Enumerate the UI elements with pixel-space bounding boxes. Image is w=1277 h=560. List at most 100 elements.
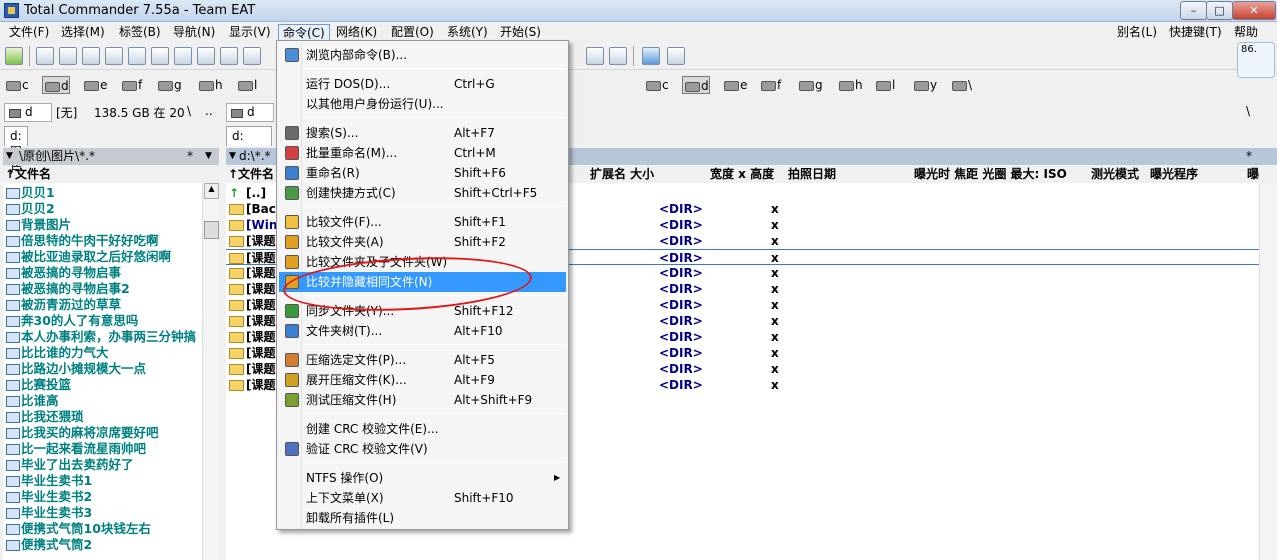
file-row[interactable]: 贝贝1 xyxy=(3,185,202,201)
dimensions-column[interactable]: 宽度 x 高度 xyxy=(710,166,774,182)
file-row[interactable]: 比路边小摊规模大一点 xyxy=(3,361,202,377)
file-row[interactable]: 毕业了出去卖药好了 xyxy=(3,457,202,473)
left-scrollbar[interactable]: ▲ xyxy=(202,183,219,560)
file-row[interactable]: 倍思特的牛肉干好好吃啊 xyxy=(3,233,202,249)
menu-item[interactable]: 文件夹树(T)... Alt+F10 xyxy=(279,321,566,341)
scroll-thumb[interactable] xyxy=(204,221,219,239)
extra-column[interactable]: 曝 xyxy=(1247,166,1259,182)
sort-size-icon[interactable] xyxy=(243,47,261,65)
file-row[interactable]: 本人办事利索，办事两三分钟搞 xyxy=(3,329,202,345)
tab-drive-d[interactable]: d: xyxy=(226,126,272,146)
up-button[interactable]: .. xyxy=(205,104,213,118)
file-row[interactable]: 毕业生卖书3 xyxy=(3,505,202,521)
menu-item[interactable]: 创建 CRC 校验文件(E)... xyxy=(279,419,566,439)
thumbnails-icon[interactable] xyxy=(105,47,123,65)
menu-item[interactable]: 测试压缩文件(H) Alt+Shift+F9 xyxy=(279,390,566,410)
refresh-icon[interactable] xyxy=(5,47,23,65)
drive-h-button[interactable]: h xyxy=(197,76,223,94)
menu-item[interactable]: 浏览内部命令(B)... xyxy=(279,45,566,65)
menu-navigate[interactable]: 导航(N) xyxy=(173,24,215,41)
file-row[interactable]: 比我还猥琐 xyxy=(3,409,202,425)
file-row[interactable]: 比一起来看流星雨帅吧 xyxy=(3,441,202,457)
maximize-button[interactable]: □ xyxy=(1206,1,1233,20)
menu-system[interactable]: 系统(Y) xyxy=(447,24,488,41)
exif-column[interactable]: 曝光时 焦距 光圈 最大: ISO xyxy=(914,166,1067,182)
menu-item[interactable]: 卸载所有插件(L) xyxy=(279,508,566,528)
edit-icon[interactable] xyxy=(609,47,627,65)
metering-column[interactable]: 测光模式 xyxy=(1091,166,1139,182)
menu-item[interactable]: 以其他用户身份运行(U)... xyxy=(279,94,566,114)
drive-l-button[interactable]: l xyxy=(874,76,895,94)
file-row[interactable]: 奔30的人了有意思吗 xyxy=(3,313,202,329)
file-row[interactable]: 被比亚迪录取之后好悠闲啊 xyxy=(3,249,202,265)
tab-pictures[interactable]: d:图片 xyxy=(4,126,28,176)
filter-star[interactable]: * xyxy=(1246,148,1252,164)
menu-view[interactable]: 显示(V) xyxy=(229,24,271,41)
menu-commands[interactable]: 命令(C) xyxy=(278,24,330,41)
left-current-path[interactable]: ▼ \原创\图片\*.* * ▼ xyxy=(3,148,219,165)
menu-tabs[interactable]: 标签(B) xyxy=(119,24,161,41)
drive-h-button[interactable]: h xyxy=(837,76,863,94)
menu-item[interactable]: 运行 DOS(D)... Ctrl+G xyxy=(279,74,566,94)
brief-view-icon[interactable] xyxy=(59,47,77,65)
drive-c-button[interactable]: c xyxy=(4,76,29,94)
drive-e-button[interactable]: e xyxy=(82,76,107,94)
left-file-list[interactable]: 贝贝1 贝贝2 背景图片 倍思特的牛肉干好好吃啊 被比亚迪录取之后好悠闲啊 被恶搞的寻物启… xyxy=(3,183,202,560)
sort-ext-icon[interactable] xyxy=(197,47,215,65)
root-button[interactable]: \ xyxy=(1246,104,1250,118)
tree-view-icon[interactable] xyxy=(128,47,146,65)
file-row[interactable]: 比我买的麻将凉席要好吧 xyxy=(3,425,202,441)
left-column-header[interactable]: ↑文件名 xyxy=(3,166,219,183)
program-column[interactable]: 曝光程序 xyxy=(1150,166,1198,182)
menu-item[interactable]: 验证 CRC 校验文件(V) xyxy=(279,439,566,459)
menu-network[interactable]: 网络(K) xyxy=(336,24,377,41)
hotlist-icon[interactable]: ▼ xyxy=(205,148,212,164)
drive-g-button[interactable]: g xyxy=(156,76,182,94)
file-row[interactable]: 被恶搞的寻物启事 xyxy=(3,265,202,281)
menu-item[interactable]: 批量重命名(M)... Ctrl+M xyxy=(279,143,566,163)
notepad-icon[interactable] xyxy=(642,47,660,65)
file-row[interactable]: 便携式气筒10块钱左右 xyxy=(3,521,202,537)
scroll-up-icon[interactable]: ▲ xyxy=(204,183,219,199)
drive-g-button[interactable]: g xyxy=(797,76,823,94)
file-row[interactable]: 便携式气筒2 xyxy=(3,537,202,553)
reread-icon[interactable] xyxy=(36,47,54,65)
right-drive-dropdown[interactable]: d xyxy=(226,103,274,122)
filter-star[interactable]: * xyxy=(187,148,193,164)
drive-e-button[interactable]: e xyxy=(722,76,747,94)
name-column[interactable]: ↑文件名 xyxy=(228,166,274,182)
menu-item[interactable]: NTFS 操作(O) ▶ xyxy=(279,468,566,488)
quick-view-icon[interactable] xyxy=(151,47,169,65)
file-row[interactable]: 比赛投篮 xyxy=(3,377,202,393)
menu-item[interactable]: 比较文件夹(A) Shift+F2 xyxy=(279,232,566,252)
menu-start[interactable]: 开始(S) xyxy=(500,24,541,41)
minimize-button[interactable]: – xyxy=(1180,1,1207,20)
menu-help[interactable]: 帮助 xyxy=(1234,24,1258,41)
ext-size-column[interactable]: 扩展名 大小 xyxy=(590,166,654,182)
menu-item[interactable]: 上下文菜单(X) Shift+F10 xyxy=(279,488,566,508)
close-button[interactable]: ✕ xyxy=(1232,1,1276,20)
menu-item[interactable]: 压缩选定文件(P)... Alt+F5 xyxy=(279,350,566,370)
history-icon[interactable]: ▼ xyxy=(229,148,236,164)
name-column[interactable]: ↑文件名 xyxy=(5,166,51,182)
left-drive-dropdown[interactable]: d xyxy=(4,103,52,122)
network-drive-button[interactable]: \ xyxy=(950,76,972,94)
copy-names-icon[interactable] xyxy=(586,47,604,65)
menu-item[interactable]: 重命名(R) Shift+F6 xyxy=(279,163,566,183)
file-row[interactable]: 被恶搞的寻物启事2 xyxy=(3,281,202,297)
history-icon[interactable]: ▼ xyxy=(6,148,13,164)
menu-item[interactable]: 比较文件(F)... Shift+F1 xyxy=(279,212,566,232)
drive-l-button[interactable]: l xyxy=(236,76,257,94)
menu-config[interactable]: 配置(O) xyxy=(391,24,434,41)
drive-f-button[interactable]: f xyxy=(759,76,781,94)
menu-select[interactable]: 选择(M) xyxy=(61,24,105,41)
full-view-icon[interactable] xyxy=(82,47,100,65)
file-row[interactable]: 被沥青沥过的草草 xyxy=(3,297,202,313)
date-column[interactable]: 拍照日期 xyxy=(788,166,836,182)
file-row[interactable]: 比比谁的力气大 xyxy=(3,345,202,361)
drive-y-button[interactable]: y xyxy=(912,76,937,94)
menu-hotkeys[interactable]: 快捷键(T) xyxy=(1169,24,1222,41)
sort-date-icon[interactable] xyxy=(220,47,238,65)
drive-c-button[interactable]: c xyxy=(644,76,669,94)
drive-f-button[interactable]: f xyxy=(120,76,142,94)
